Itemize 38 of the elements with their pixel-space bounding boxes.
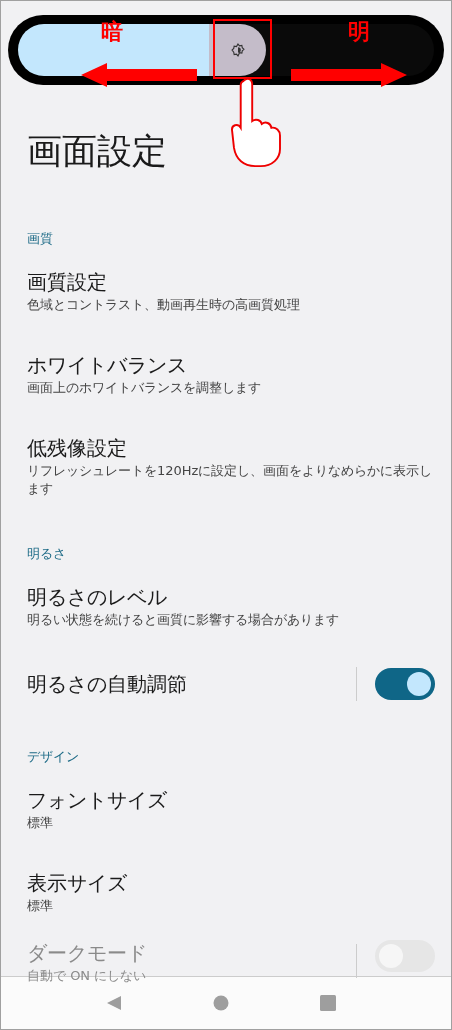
- item-subtitle: 標準: [27, 814, 54, 832]
- item-subtitle: 画面上のホワイトバランスを調整します: [27, 379, 262, 397]
- item-subtitle: リフレッシュレートを120Hzに設定し、画面をよりなめらかに表示します: [27, 462, 434, 498]
- settings-item[interactable]: 明るさのレベル 明るい状態を続けると画質に影響する場合があります: [1, 565, 451, 648]
- settings-item[interactable]: 表示サイズ 標準: [1, 851, 451, 934]
- home-icon[interactable]: [213, 995, 229, 1011]
- settings-item[interactable]: ホワイトバランス 画面上のホワイトバランスを調整します: [1, 333, 451, 416]
- right-arrow-icon: [291, 63, 407, 87]
- pointing-hand-icon: [230, 77, 284, 169]
- highlight-frame: [213, 19, 272, 79]
- item-title: 明るさの自動調節: [27, 671, 188, 697]
- section-header: デザイン: [27, 748, 80, 766]
- dark-label: 暗: [101, 19, 123, 45]
- brightness-thumb[interactable]: [209, 24, 267, 76]
- settings-item[interactable]: 明るさの自動調節: [1, 648, 451, 720]
- toggle-switch[interactable]: [375, 668, 435, 700]
- section-header: 画質: [27, 230, 54, 248]
- item-title: 画質設定: [27, 269, 108, 295]
- item-title: 明るさのレベル: [27, 584, 168, 610]
- item-subtitle: 自動で ON にしない: [27, 967, 148, 985]
- settings-item[interactable]: 画質設定 色域とコントラスト、動画再生時の高画質処理: [1, 250, 451, 333]
- page-title: 画面設定: [27, 130, 168, 173]
- item-title: フォントサイズ: [27, 787, 168, 813]
- item-subtitle: 明るい状態を続けると画質に影響する場合があります: [27, 611, 340, 629]
- settings-item[interactable]: フォントサイズ 標準: [1, 768, 451, 851]
- item-title: ホワイトバランス: [27, 352, 188, 378]
- brightness-icon: [230, 43, 245, 57]
- section-header: 明るさ: [27, 545, 67, 563]
- item-title: ダークモード: [27, 940, 148, 966]
- settings-item[interactable]: 低残像設定 リフレッシュレートを120Hzに設定し、画面をよりなめらかに表示します: [1, 416, 451, 517]
- bright-label: 明: [348, 19, 370, 45]
- item-title: 低残像設定: [27, 435, 128, 461]
- item-subtitle: 標準: [27, 897, 54, 915]
- recents-icon[interactable]: [319, 995, 336, 1011]
- item-subtitle: 色域とコントラスト、動画再生時の高画質処理: [27, 296, 301, 314]
- item-title: 表示サイズ: [27, 870, 128, 896]
- left-arrow-icon: [81, 63, 197, 87]
- back-icon[interactable]: [106, 995, 123, 1011]
